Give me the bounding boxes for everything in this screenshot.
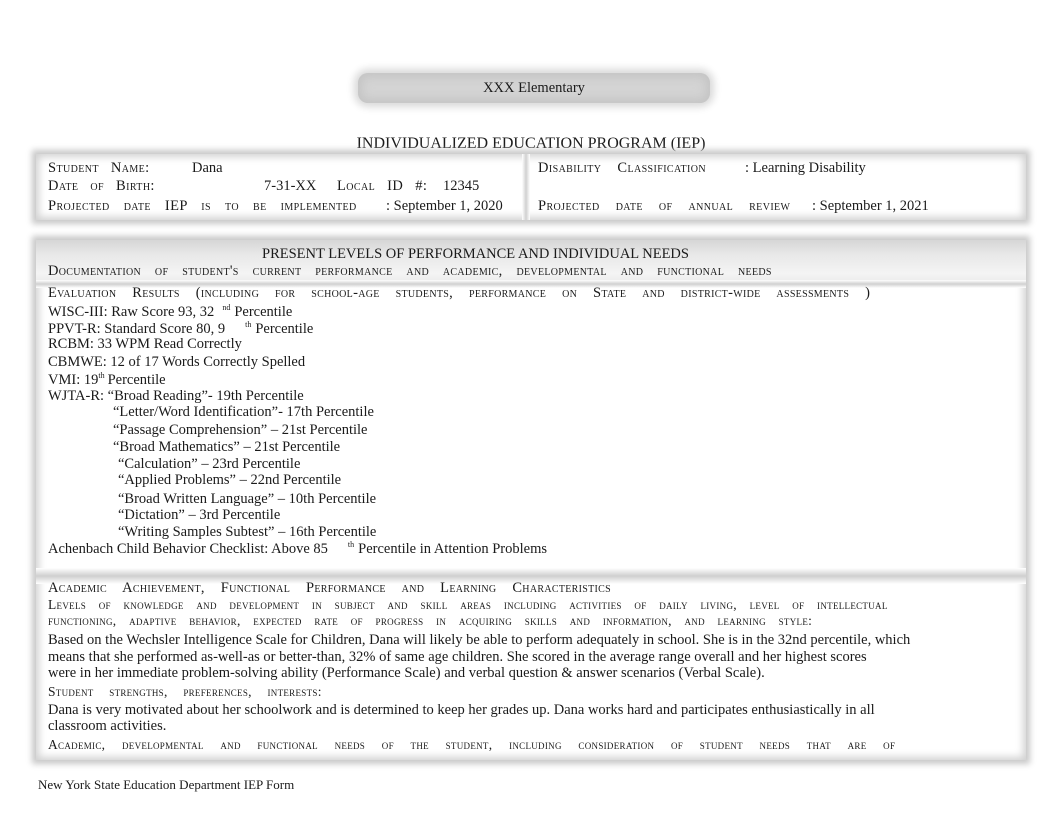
disability-classification-label: Disability Classification (538, 160, 706, 176)
strengths-label: Student strengths, preferences, interest… (48, 684, 322, 699)
result-text: PPVT-R: Standard Score 80, 9 (48, 321, 226, 337)
levels-text-line1: Based on the Wechsler Intelligence Scale… (48, 632, 911, 648)
present-levels-heading: PRESENT LEVELS OF PERFORMANCE AND INDIVI… (262, 246, 689, 262)
strengths-text-line1: Dana is very motivated about her schoolw… (48, 702, 875, 718)
annual-review-label: Projected date of annual review (538, 198, 791, 214)
result-suffix: Percentile (107, 372, 166, 388)
student-info-divider (522, 154, 530, 220)
result-letter-word: “Letter/Word Identification”- 17th Perce… (113, 404, 374, 420)
iep-implemented-label: Projected date IEP is to be implemented (48, 198, 357, 214)
documentation-label: Documentation of student's current perfo… (48, 263, 772, 279)
student-name-label: Student Name: (48, 160, 150, 176)
result-calculation: “Calculation” – 23rd Percentile (118, 456, 301, 472)
result-applied-problems: “Applied Problems” – 22nd Percentile (118, 472, 342, 488)
form-footer: New York State Education Department IEP … (38, 777, 295, 792)
strengths-text-line2: classroom activities. (48, 718, 167, 734)
result-ordinal: nd (222, 303, 231, 312)
result-text: Achenbach Child Behavior Checklist: Abov… (48, 541, 328, 557)
dob-value: 7-31-XX (264, 178, 317, 194)
result-suffix: Percentile (255, 321, 314, 337)
academic-achievement-heading: Academic Achievement, Functional Perform… (48, 580, 611, 596)
result-broad-written-language: “Broad Written Language” – 10th Percenti… (118, 491, 377, 507)
annual-review-date: : September 1, 2021 (812, 198, 929, 214)
local-id-value: 12345 (443, 178, 480, 194)
dob-label: Date of Birth: (48, 178, 155, 194)
needs-label: Academic, developmental and functional n… (48, 737, 896, 752)
school-name-banner: XXX Elementary (358, 73, 710, 103)
result-suffix: Percentile (234, 304, 293, 320)
evaluation-results-label: Evaluation Results (including for school… (48, 285, 871, 301)
levels-label-line2: functioning, adaptive behavior, expected… (48, 613, 813, 628)
result-dictation: “Dictation” – 3rd Percentile (118, 507, 281, 523)
result-suffix: Percentile in Attention Problems (358, 541, 548, 557)
result-wisc: WISC-III: Raw Score 93, 32 nd Percentile (48, 303, 292, 321)
school-name: XXX Elementary (483, 79, 585, 96)
levels-label-line1: Levels of knowledge and development in s… (48, 597, 888, 612)
result-passage-comprehension: “Passage Comprehension” – 21st Percentil… (113, 422, 368, 438)
result-text: WISC-III: Raw Score 93, 32 (48, 304, 215, 320)
result-vmi: VMI: 19th Percentile (48, 371, 166, 389)
result-ordinal: th (98, 371, 105, 380)
result-rcbm: RCBM: 33 WPM Read Correctly (48, 336, 242, 352)
document-title: INDIVIDUALIZED EDUCATION PROGRAM (IEP) (356, 135, 706, 152)
levels-text-line2: means that she performed as-well-as or b… (48, 649, 867, 665)
result-cbmwe: CBMWE: 12 of 17 Words Correctly Spelled (48, 354, 306, 370)
local-id-label: Local ID #: (337, 178, 428, 194)
result-ordinal: th (347, 540, 355, 549)
result-broad-mathematics: “Broad Mathematics” – 21st Percentile (113, 439, 341, 455)
levels-text-line3: were in her immediate problem-solving ab… (48, 665, 765, 681)
disability-classification-value: : Learning Disability (745, 160, 866, 176)
result-text: VMI: 19 (48, 372, 99, 388)
result-achenbach: Achenbach Child Behavior Checklist: Abov… (48, 540, 547, 558)
result-ordinal: th (245, 320, 252, 329)
result-writing-samples: “Writing Samples Subtest” – 16th Percent… (118, 524, 377, 540)
student-name-value: Dana (192, 160, 223, 176)
iep-implemented-date: : September 1, 2020 (386, 198, 503, 214)
result-wjta-broad-reading: WJTA-R: “Broad Reading”- 19th Percentile (48, 388, 304, 404)
